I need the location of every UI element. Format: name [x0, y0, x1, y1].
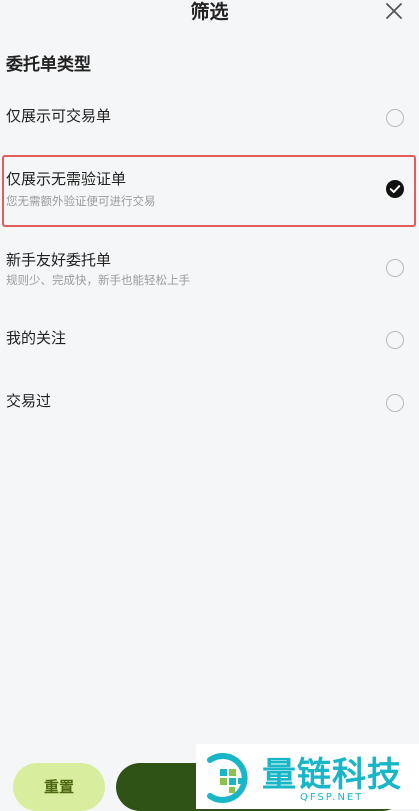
- option-label: 仅展示可交易单: [6, 107, 112, 125]
- option-subtitle: 您无需额外验证便可进行交易: [6, 194, 156, 208]
- section-title: 委托单类型: [6, 55, 91, 75]
- watermark-text: 量链科技: [262, 755, 402, 795]
- radio-button[interactable]: [386, 259, 404, 277]
- option-label: 新手友好委托单: [6, 251, 112, 269]
- page-title: 筛选: [190, 1, 229, 23]
- option-my-following[interactable]: 我的关注: [0, 322, 419, 362]
- option-traded-before[interactable]: 交易过: [0, 385, 419, 425]
- watermark-logo-icon: [200, 750, 256, 810]
- radio-button[interactable]: [386, 331, 404, 349]
- option-subtitle: 规则少、完成快，新手也能轻松上手: [6, 273, 190, 287]
- watermark-url: QFSP.NET: [300, 792, 364, 803]
- option-label: 我的关注: [6, 329, 67, 347]
- checked-radio-icon[interactable]: [386, 180, 404, 198]
- close-icon[interactable]: [383, 0, 405, 22]
- radio-button[interactable]: [386, 109, 404, 127]
- option-label: 交易过: [6, 392, 52, 410]
- option-tradable-only[interactable]: 仅展示可交易单: [0, 100, 419, 140]
- option-no-verification[interactable]: 仅展示无需验证单 您无需额外验证便可进行交易: [0, 162, 419, 222]
- reset-button[interactable]: 重置: [13, 763, 105, 811]
- header: 筛选: [0, 0, 419, 30]
- watermark: 量链科技 QFSP.NET: [196, 744, 419, 809]
- option-label: 仅展示无需验证单: [6, 170, 127, 188]
- option-beginner-friendly[interactable]: 新手友好委托单 规则少、完成快，新手也能轻松上手: [0, 244, 419, 294]
- radio-button[interactable]: [386, 394, 404, 412]
